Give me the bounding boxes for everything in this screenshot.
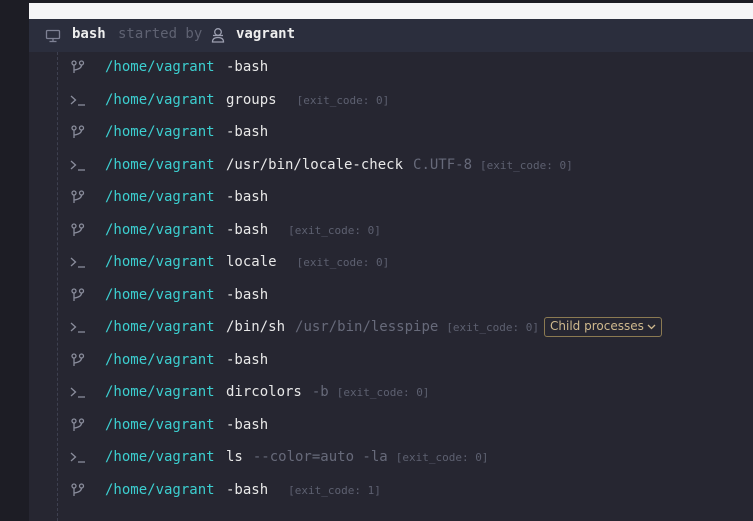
process-row[interactable]: /home/vagrant -bash — [29, 55, 753, 79]
terminal-icon — [69, 449, 87, 465]
command-name: dircolors — [226, 384, 302, 400]
command-name: -bash — [226, 59, 269, 75]
process-row[interactable]: /home/vagrant -bash — [29, 185, 753, 209]
working-directory: /home/vagrant — [105, 189, 215, 205]
child-processes-label: Child processes — [550, 319, 644, 333]
command-arguments: -b — [311, 384, 329, 400]
process-row[interactable]: /home/vagrant -bash — [29, 348, 753, 372]
terminal-icon — [69, 92, 87, 108]
command-name: locale — [226, 254, 277, 270]
command-name: /bin/sh — [226, 319, 286, 335]
working-directory: /home/vagrant — [105, 59, 215, 75]
branch-icon — [69, 417, 87, 433]
process-row[interactable]: /home/vagrant ls --color=auto -la [exit_cod… — [29, 445, 753, 469]
command-line: -bash — [226, 283, 268, 307]
chevron-down-icon — [644, 319, 656, 333]
process-row[interactable]: /home/vagrant groups [exit_code: 0] — [29, 88, 753, 112]
working-directory: /home/vagrant — [105, 91, 215, 108]
working-directory: /home/vagrant — [105, 449, 215, 465]
exit-code: [exit_code: 0] — [296, 256, 390, 269]
branch-icon — [69, 287, 87, 303]
process-row[interactable]: /home/vagrant locale [exit_code: 0] — [29, 250, 753, 274]
top-bar — [29, 3, 753, 19]
working-directory: /home/vagrant — [105, 124, 215, 140]
process-row[interactable]: /home/vagrant/bin/sh/usr/bin/lesspipe [ex… — [29, 315, 753, 339]
branch-icon — [69, 222, 87, 238]
working-directory: /home/vagrant — [105, 351, 215, 368]
command-name: /usr/bin/locale-check — [226, 156, 404, 173]
terminal-icon — [69, 254, 87, 270]
working-directory: /home/vagrant — [105, 384, 215, 400]
command-line: -bash [exit_code: 1] — [226, 478, 381, 503]
command-line: /bin/sh/usr/bin/lesspipe [exit_code: 0] Ch… — [226, 315, 662, 340]
command-name: -bash — [226, 286, 269, 303]
command-arguments: C.UTF-8 — [413, 156, 473, 173]
command-arguments: /usr/bin/lesspipe — [295, 319, 439, 335]
branch-icon — [69, 59, 87, 75]
working-directory: /home/vagrant — [105, 416, 215, 433]
branch-icon — [69, 124, 87, 140]
command-name: groups — [226, 91, 277, 108]
process-row[interactable]: /home/vagrant -bash — [29, 413, 753, 437]
command-line: -bash [exit_code: 0] — [226, 218, 381, 243]
working-directory: /home/vagrant — [105, 481, 215, 498]
user-icon — [211, 28, 225, 43]
branch-icon — [69, 189, 87, 205]
command-line: ls --color=auto -la [exit_code: 0] — [226, 445, 488, 470]
started-by-label: started by — [118, 26, 203, 42]
command-arguments: --color=auto -la — [252, 449, 388, 465]
terminal-icon — [69, 384, 87, 400]
working-directory: /home/vagrant — [105, 221, 215, 238]
user-name: vagrant — [236, 26, 296, 42]
process-row[interactable]: /home/vagrant -bash [exit_code: 1] — [29, 478, 753, 502]
command-line: -bash — [226, 120, 268, 144]
working-directory: /home/vagrant — [105, 156, 215, 173]
working-directory: /home/vagrant — [105, 286, 215, 303]
child-processes-button[interactable]: Child processes — [544, 317, 662, 337]
process-tree-panel: bash started by vagrant /home/vagrant -ba… — [29, 19, 753, 521]
command-name: -bash — [226, 189, 269, 205]
working-directory: /home/vagrant — [105, 319, 215, 335]
terminal-icon — [69, 319, 87, 335]
process-name: bash — [72, 26, 106, 42]
command-line: /usr/bin/locale-check C.UTF-8 [exit_code: … — [226, 153, 573, 178]
exit-code: [exit_code: 1] — [288, 483, 381, 497]
exit-code: [exit_code: 0] — [296, 93, 390, 107]
command-line: -bash — [226, 348, 268, 372]
exit-code: [exit_code: 0] — [480, 158, 573, 172]
exit-code: [exit_code: 0] — [336, 386, 430, 399]
command-name: -bash — [226, 481, 269, 498]
command-line: dircolors -b [exit_code: 0] — [226, 380, 429, 405]
command-name: -bash — [226, 124, 269, 140]
command-name: -bash — [226, 351, 269, 368]
terminal-icon — [69, 157, 87, 173]
command-line: -bash — [226, 413, 268, 437]
command-line: -bash — [226, 55, 268, 79]
process-header[interactable]: bash started by vagrant — [29, 19, 753, 52]
exit-code: [exit_code: 0] — [446, 321, 540, 334]
command-name: -bash — [226, 416, 269, 433]
command-line: groups [exit_code: 0] — [226, 88, 389, 113]
command-line: -bash — [226, 185, 268, 209]
process-row[interactable]: /home/vagrant -bash [exit_code: 0] — [29, 218, 753, 242]
process-row[interactable]: /home/vagrant/usr/bin/locale-check C.UTF-… — [29, 153, 753, 177]
process-row[interactable]: /home/vagrant dircolors -b [exit_code: 0] — [29, 380, 753, 404]
process-row[interactable]: /home/vagrant -bash — [29, 283, 753, 307]
command-name: -bash — [226, 221, 269, 238]
monitor-icon — [45, 29, 61, 43]
branch-icon — [69, 352, 87, 368]
command-name: ls — [226, 449, 243, 465]
process-row[interactable]: /home/vagrant -bash — [29, 120, 753, 144]
branch-icon — [69, 482, 87, 498]
command-line: locale [exit_code: 0] — [226, 250, 389, 275]
exit-code: [exit_code: 0] — [395, 451, 489, 464]
exit-code: [exit_code: 0] — [288, 223, 381, 237]
working-directory: /home/vagrant — [105, 254, 215, 270]
